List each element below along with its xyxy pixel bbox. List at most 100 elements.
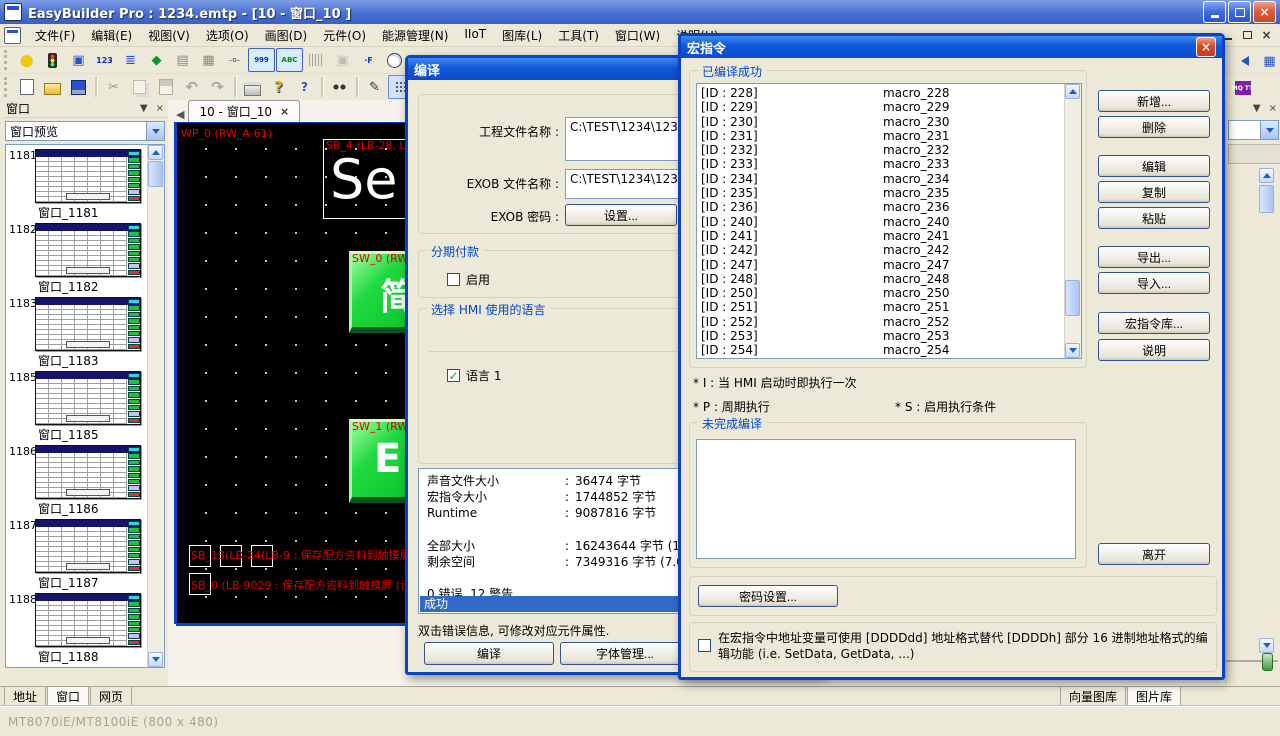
cut-icon[interactable]: ✂ [101, 75, 126, 99]
library-dropdown[interactable] [1228, 120, 1279, 140]
barcode-icon[interactable] [304, 48, 329, 72]
dialog-close-icon[interactable]: × [1196, 37, 1216, 57]
macro-list-item[interactable]: [ID : 240]macro_240 [697, 215, 1064, 229]
redo-icon[interactable]: ↷ [205, 75, 230, 99]
bottom-tab[interactable]: 地址 [4, 687, 46, 708]
chevron-down-icon[interactable] [146, 122, 164, 140]
macro-list-item[interactable]: [ID : 233]macro_233 [697, 157, 1064, 171]
switch-icon[interactable]: –o– [222, 48, 247, 72]
password-settings-button[interactable]: 密码设置... [698, 585, 838, 607]
macro-edit-button[interactable]: 编辑 [1098, 155, 1210, 177]
bottom-tab[interactable]: 网页 [90, 687, 132, 708]
tab-scroll-left-icon[interactable]: ◀ [176, 108, 184, 121]
undo-icon[interactable]: ↶ [179, 75, 204, 99]
memo-pad-icon[interactable]: ▦ [196, 48, 221, 72]
window-list-item[interactable]: 1185 窗口_1185 [6, 369, 148, 443]
help-icon[interactable]: ? [266, 75, 291, 99]
context-help-icon[interactable]: ? [292, 75, 317, 99]
macro-list-item[interactable]: [ID : 254]macro_254 [697, 343, 1064, 357]
enable-checkbox[interactable] [447, 273, 460, 286]
menu-item[interactable]: 工具(T) [550, 24, 607, 47]
scroll-down-icon[interactable] [1259, 638, 1274, 653]
set-bit-object-sb0[interactable]: SB_0 (LB-9029 : 保存配方资料到触摸屏 (设 [189, 573, 220, 598]
window-preview-dropdown[interactable]: 窗口预览 [5, 121, 165, 141]
macro-list-item[interactable]: [ID : 229]macro_229 [697, 100, 1064, 114]
macro-import-button[interactable]: 导入... [1098, 272, 1210, 294]
library-scrollbar[interactable] [1259, 168, 1274, 213]
macro-list-item[interactable]: [ID : 231]macro_231 [697, 129, 1064, 143]
menu-item[interactable]: 编辑(E) [83, 24, 140, 47]
function-key-icon[interactable]: ·F [356, 48, 381, 72]
pending-macro-listbox[interactable] [696, 439, 1076, 559]
macro-paste-button[interactable]: 粘贴 [1098, 207, 1210, 229]
minimize-button[interactable] [1203, 1, 1226, 23]
numeric-display-icon[interactable]: 999 [248, 48, 275, 72]
font-management-button[interactable]: 字体管理... [560, 642, 690, 665]
ascii-display-icon[interactable]: ABC [276, 48, 303, 72]
menu-item[interactable]: 能源管理(N) [374, 24, 456, 47]
macro-list-item[interactable]: [ID : 235]macro_235 [697, 186, 1064, 200]
menu-item[interactable]: 图库(L) [494, 24, 550, 47]
copy-icon[interactable] [127, 75, 152, 99]
macro-list-item[interactable]: [ID : 250]macro_250 [697, 286, 1064, 300]
panel-dropdown-icon[interactable]: ▼ [1253, 103, 1261, 114]
panel-close-icon[interactable]: × [156, 103, 164, 114]
bulb-icon[interactable]: ● [14, 48, 39, 72]
scroll-up-icon[interactable] [148, 145, 163, 160]
open-file-icon[interactable] [40, 75, 65, 99]
menu-item[interactable]: 选项(O) [198, 24, 257, 47]
language-1-checkbox[interactable] [447, 369, 460, 382]
macro-listbox[interactable]: [ID : 228]macro_228 [ID : 229]macro_229 … [696, 83, 1082, 359]
hmi-attribute-icon[interactable]: ▣ [66, 48, 91, 72]
save-icon[interactable] [66, 75, 91, 99]
recipe-icon[interactable]: ◆ [144, 48, 169, 72]
macro-list-item[interactable]: [ID : 247]macro_247 [697, 258, 1064, 272]
macro-list-item[interactable]: [ID : 248]macro_248 [697, 272, 1064, 286]
macro-list-item[interactable]: [ID : 253]macro_253 [697, 329, 1064, 343]
exob-password-set-button[interactable]: 设置... [565, 204, 677, 226]
macro-library-button[interactable]: 宏指令库... [1098, 312, 1210, 334]
panel-dropdown-icon[interactable]: ▼ [140, 103, 148, 114]
zoom-slider-handle[interactable] [1262, 653, 1273, 671]
window-list-item[interactable]: 1182 窗口_1182 [6, 221, 148, 295]
library-tab[interactable]: 向量图库 [1060, 687, 1126, 708]
address-format-checkbox[interactable] [698, 639, 711, 652]
chevron-down-icon[interactable] [1260, 121, 1278, 139]
panel-close-icon[interactable]: × [1269, 103, 1277, 114]
scrollbar-thumb[interactable] [148, 161, 163, 187]
macro-dialog-title-bar[interactable]: 宏指令 × [681, 36, 1222, 58]
menu-item[interactable]: 画图(D) [257, 24, 316, 47]
macro-list-item[interactable]: [ID : 241]macro_241 [697, 229, 1064, 243]
macro-list-item[interactable]: [ID : 236]macro_236 [697, 200, 1064, 214]
set-bit-objects-row[interactable]: SB_13(LB-24(LB-9 : 保存配方资料到触摸屏 [189, 545, 282, 570]
tab-close-icon[interactable]: × [280, 105, 289, 118]
numeric-input-icon[interactable]: 123 [92, 48, 117, 72]
macro-list-item[interactable]: [ID : 228]macro_228 [697, 86, 1064, 100]
macro-list-scrollbar[interactable] [1064, 84, 1081, 358]
macro-list-item[interactable]: [ID : 251]macro_251 [697, 300, 1064, 314]
touch-panel-icon[interactable]: ▤ [170, 48, 195, 72]
menu-item[interactable]: 文件(F) [27, 24, 83, 47]
mdi-restore-icon[interactable] [1240, 29, 1255, 42]
sound-library-icon[interactable] [1230, 49, 1255, 73]
group-icon[interactable]: ▣ [330, 48, 355, 72]
macro-list-item[interactable]: [ID : 232]macro_232 [697, 143, 1064, 157]
window-list-item[interactable]: 1181 窗口_1181 [6, 147, 148, 221]
macro-copy-button[interactable]: 复制 [1098, 181, 1210, 203]
menu-item[interactable]: 视图(V) [140, 24, 198, 47]
new-file-icon[interactable] [14, 75, 39, 99]
macro-help-button[interactable]: 说明 [1098, 339, 1210, 361]
scroll-down-icon[interactable] [1065, 343, 1080, 358]
scrollbar-thumb[interactable] [1065, 280, 1080, 316]
mdi-close-icon[interactable]: × [1259, 29, 1274, 42]
window-list-item[interactable]: 1187 窗口_1187 [6, 517, 148, 591]
window-list-item[interactable]: 1188 窗口_1188 [6, 591, 148, 665]
scroll-down-icon[interactable] [148, 652, 163, 667]
menu-item[interactable]: 元件(O) [315, 24, 374, 47]
macro-list-item[interactable]: [ID : 252]macro_252 [697, 315, 1064, 329]
macro-export-button[interactable]: 导出... [1098, 246, 1210, 268]
compile-button[interactable]: 编译 [424, 642, 554, 665]
macro-delete-button[interactable]: 删除 [1098, 116, 1210, 138]
mqtt-icon[interactable]: MQ TT [1230, 76, 1255, 100]
macro-list-item[interactable]: [ID : 234]macro_234 [697, 172, 1064, 186]
